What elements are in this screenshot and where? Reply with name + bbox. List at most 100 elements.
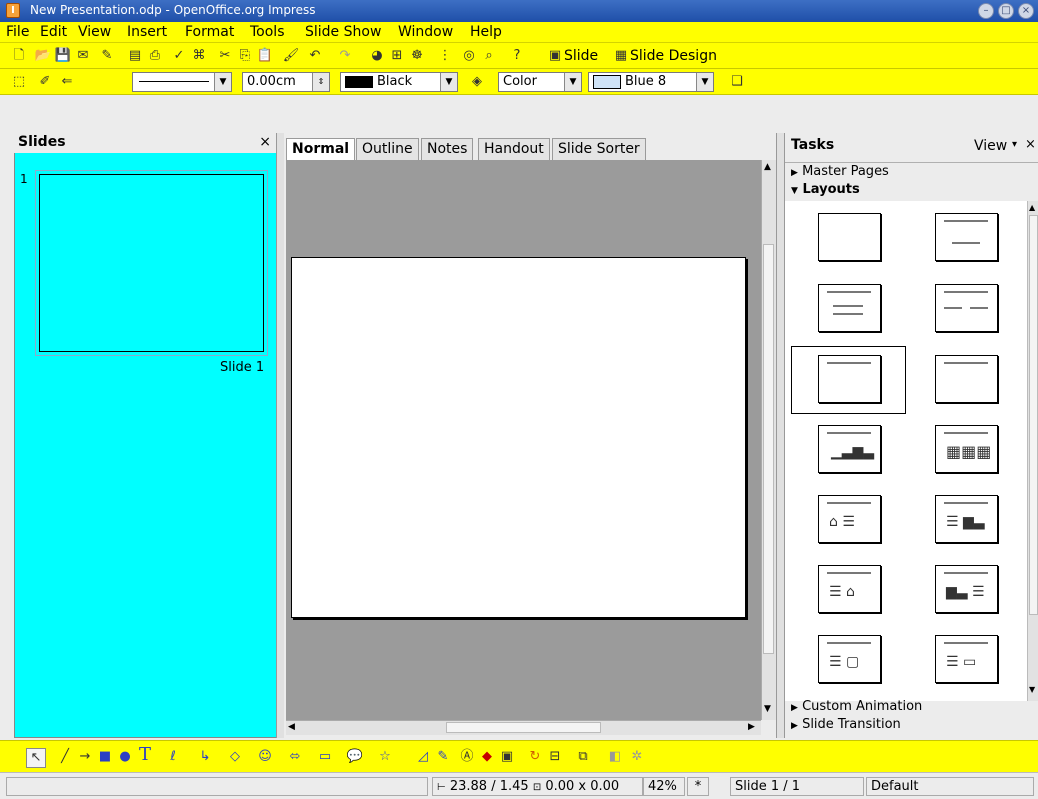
line-style-select[interactable]: ▼ (132, 72, 232, 92)
gallery-tool-icon[interactable]: ▣ (498, 748, 516, 766)
fontwork-icon[interactable]: Ⓐ (458, 748, 476, 766)
tab-slide-sorter[interactable]: Slide Sorter (552, 138, 646, 160)
layout-title-image-text[interactable]: ⌂ ☰ (818, 495, 881, 543)
chart-icon[interactable]: ◕ (368, 47, 386, 65)
arrange-icon[interactable]: ⧉ (574, 748, 592, 766)
layout-title-table[interactable]: ▦▦▦ (935, 425, 998, 473)
edit-file-icon[interactable]: ✎ (98, 47, 116, 65)
block-arrows-icon[interactable]: ⬄ (286, 748, 304, 766)
3d-effects-icon[interactable]: ◧ (606, 748, 624, 766)
slide-page[interactable] (291, 257, 746, 618)
print-icon[interactable]: ⎙ (146, 47, 164, 65)
curve-icon[interactable]: ℓ (164, 748, 182, 766)
layout-blank[interactable] (818, 213, 881, 261)
layout-title-two-content[interactable] (935, 284, 998, 332)
menu-view[interactable]: View (78, 24, 111, 40)
new-slide-button[interactable]: Slide (564, 48, 598, 64)
splitter-left[interactable] (276, 133, 284, 738)
vertical-scroll-thumb[interactable] (763, 244, 774, 654)
rectangle-icon[interactable]: ■ (96, 748, 114, 766)
area-style-select[interactable]: Color ▼ (498, 72, 582, 92)
redo-icon[interactable]: ↷ (336, 47, 354, 65)
layout-title-only[interactable] (935, 213, 998, 261)
format-paintbrush-icon[interactable]: 🖌 (282, 47, 300, 65)
close-window-icon[interactable]: × (1018, 3, 1034, 19)
stars-icon[interactable]: ☆ (376, 748, 394, 766)
points-icon[interactable]: ◿ (414, 748, 432, 766)
menu-slide-show[interactable]: Slide Show (305, 24, 381, 40)
status-zoom[interactable]: 42% (643, 777, 685, 796)
slide-thumbnail-frame[interactable] (35, 170, 268, 356)
area-color-select[interactable]: Blue 8 ▼ (588, 72, 714, 92)
area-icon[interactable]: ◈ (468, 73, 486, 91)
line-width-field[interactable]: 0.00cm ⇕ (242, 72, 330, 92)
master-pages-section[interactable]: ▶ Master Pages (791, 164, 889, 179)
scroll-down-icon[interactable]: ▼ (1029, 685, 1035, 694)
rotate-icon[interactable]: ↻ (526, 748, 544, 766)
layouts-section[interactable]: ▼ Layouts (791, 182, 860, 197)
scroll-down-icon[interactable]: ▼ (764, 704, 771, 714)
slide-transition-section[interactable]: ▶ Slide Transition (791, 717, 901, 732)
layout-title-text-two-objects[interactable]: ☰ ▭ (935, 635, 998, 683)
layout-centered-text[interactable] (935, 355, 998, 403)
menu-edit[interactable]: Edit (40, 24, 67, 40)
scroll-right-icon[interactable]: ▶ (748, 722, 755, 732)
slide-design-button[interactable]: Slide Design (630, 48, 717, 64)
arrow-style-icon[interactable]: ⇐ (58, 73, 76, 91)
shadow-icon[interactable]: ❑ (728, 73, 746, 91)
layout-title-content[interactable] (818, 284, 881, 332)
ellipse-icon[interactable]: ● (116, 748, 134, 766)
menu-format[interactable]: Format (185, 24, 234, 40)
navigator-icon[interactable]: ☸ (408, 47, 426, 65)
menu-help[interactable]: Help (470, 24, 502, 40)
open-icon[interactable]: 📂 (34, 47, 52, 65)
autospellcheck-icon[interactable]: ⌘ (190, 47, 208, 65)
slide-thumbnail[interactable] (39, 174, 264, 352)
new-slide-icon[interactable]: ▣ (546, 47, 564, 65)
gallery-icon[interactable]: ◎ (460, 47, 478, 65)
slide-design-icon[interactable]: ▦ (612, 47, 630, 65)
flowchart-icon[interactable]: ▭ (316, 748, 334, 766)
menu-tools[interactable]: Tools (250, 24, 285, 40)
tab-normal[interactable]: Normal (286, 138, 356, 161)
layout-title-text-chart[interactable]: ☰ ▆▃ (935, 495, 998, 543)
symbol-shapes-icon[interactable]: ☺ (256, 748, 274, 766)
spin-icon[interactable]: ⇕ (312, 73, 329, 91)
line-color-select[interactable]: Black ▼ (340, 72, 458, 92)
new-icon[interactable]: 🗋 (10, 47, 28, 65)
menu-insert[interactable]: Insert (127, 24, 167, 40)
vertical-scrollbar[interactable]: ▲ ▼ (761, 160, 776, 720)
email-icon[interactable]: ✉ (74, 47, 92, 65)
minimize-icon[interactable]: – (978, 3, 994, 19)
select-icon[interactable]: ↖ (26, 748, 46, 768)
grid-icon[interactable]: ⋮ (436, 47, 454, 65)
maximize-icon[interactable]: □ (998, 3, 1014, 19)
alignment-icon[interactable]: ⊟ (546, 748, 564, 766)
tasks-pane-close-icon[interactable]: × (1025, 137, 1036, 152)
zoom-icon[interactable]: ⌕ (480, 47, 498, 65)
layouts-scroll-thumb[interactable] (1029, 215, 1038, 615)
horizontal-scroll-thumb[interactable] (446, 722, 601, 733)
tab-notes[interactable]: Notes (421, 138, 474, 160)
menu-file[interactable]: File (6, 24, 29, 40)
undo-icon[interactable]: ↶ (306, 47, 324, 65)
slides-pane-close-icon[interactable]: × (259, 133, 271, 151)
text-tool-icon[interactable]: T (136, 746, 154, 764)
tab-outline[interactable]: Outline (356, 138, 419, 160)
horizontal-scrollbar[interactable]: ◀ ▶ (286, 720, 761, 735)
table-icon[interactable]: ⊞ (388, 47, 406, 65)
tasks-view-menu[interactable]: View (974, 138, 1007, 154)
chevron-down-icon[interactable]: ▾ (1012, 139, 1017, 150)
layouts-scrollbar[interactable]: ▲ ▼ (1027, 201, 1038, 701)
layout-title-chart[interactable]: ▁▃▆▃ (818, 425, 881, 473)
line-icon[interactable]: ✐ (36, 73, 54, 91)
scroll-left-icon[interactable]: ◀ (288, 722, 295, 732)
copy-icon[interactable]: ⎘ (236, 47, 254, 65)
cut-icon[interactable]: ✂ (216, 47, 234, 65)
save-icon[interactable]: 💾 (54, 47, 72, 65)
layout-title-text-object[interactable]: ☰ ▢ (818, 635, 881, 683)
from-file-icon[interactable]: ◆ (478, 748, 496, 766)
styles-icon[interactable]: ⬚ (10, 73, 28, 91)
splitter-right[interactable] (776, 133, 784, 738)
custom-animation-section[interactable]: ▶ Custom Animation (791, 699, 922, 714)
